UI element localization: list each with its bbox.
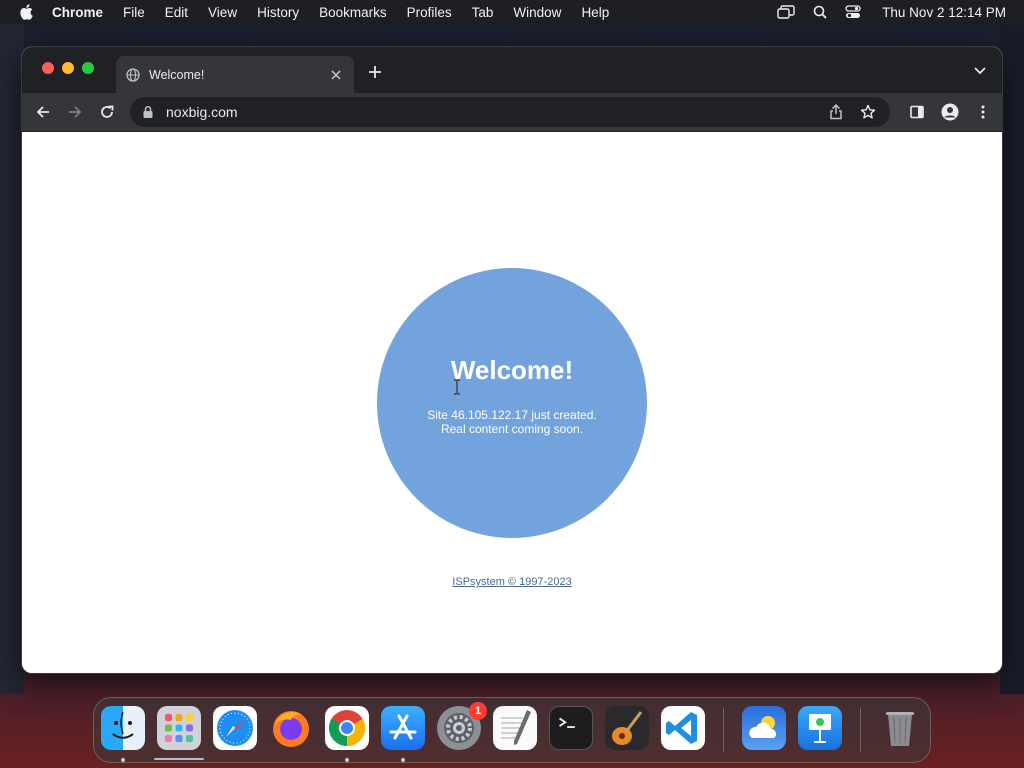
share-icon[interactable] bbox=[826, 102, 846, 122]
globe-icon bbox=[126, 67, 140, 82]
bookmark-star-icon[interactable] bbox=[858, 102, 878, 122]
keynote-icon[interactable] bbox=[798, 706, 842, 750]
tab-title: Welcome! bbox=[149, 67, 205, 82]
dock: 1 bbox=[93, 697, 931, 763]
menu-window[interactable]: Window bbox=[503, 5, 571, 20]
minimize-window-button[interactable] bbox=[62, 62, 74, 74]
dock-separator bbox=[723, 708, 724, 752]
desktop-background-right bbox=[1000, 24, 1024, 694]
page-message: Site 46.105.122.17 just created. Real co… bbox=[427, 408, 596, 436]
menu-view[interactable]: View bbox=[198, 5, 247, 20]
weather-icon[interactable] bbox=[742, 706, 786, 750]
finder-running-dot bbox=[121, 758, 125, 762]
chrome-running-dot bbox=[345, 758, 349, 762]
finder-icon[interactable] bbox=[101, 706, 145, 750]
new-tab-button[interactable] bbox=[366, 63, 384, 81]
page-heading: Welcome! bbox=[450, 354, 574, 385]
text-cursor-icon bbox=[454, 379, 460, 395]
lock-icon[interactable] bbox=[142, 105, 156, 119]
forward-button[interactable] bbox=[64, 101, 86, 123]
textedit-icon[interactable] bbox=[493, 706, 537, 750]
screen-mirroring-icon[interactable] bbox=[768, 5, 804, 19]
tab-search-chevron-icon[interactable] bbox=[972, 63, 988, 79]
control-center-icon[interactable] bbox=[836, 5, 870, 19]
back-button[interactable] bbox=[32, 101, 54, 123]
menu-app-name[interactable]: Chrome bbox=[52, 5, 113, 20]
app-store-icon[interactable] bbox=[381, 706, 425, 750]
more-menu-icon[interactable] bbox=[972, 101, 994, 123]
menu-history[interactable]: History bbox=[247, 5, 309, 20]
close-tab-icon[interactable] bbox=[328, 67, 344, 83]
browser-window: Welcome! noxbig.com Welcome! Site 46.105… bbox=[22, 47, 1002, 673]
settings-notification-badge: 1 bbox=[469, 702, 487, 720]
menu-bar: Chrome File Edit View History Bookmarks … bbox=[0, 0, 1024, 24]
message-line-2: Real content coming soon. bbox=[440, 421, 584, 436]
menubar-clock[interactable]: Thu Nov 2 12:14 PM bbox=[870, 5, 1006, 20]
message-line-1: Site 46.105.122.17 just created. bbox=[427, 407, 597, 422]
welcome-circle: Welcome! Site 46.105.122.17 just created… bbox=[377, 268, 647, 538]
chrome-icon[interactable] bbox=[325, 706, 369, 750]
dock-separator bbox=[860, 708, 861, 752]
address-bar[interactable]: noxbig.com bbox=[130, 97, 890, 127]
menu-profiles[interactable]: Profiles bbox=[397, 5, 462, 20]
footer-link[interactable]: ISPsystem © 1997-2023 bbox=[22, 576, 1002, 588]
desktop-background-left bbox=[0, 24, 24, 694]
apple-menu-icon[interactable] bbox=[0, 4, 52, 20]
menu-file[interactable]: File bbox=[113, 5, 155, 20]
terminal-icon[interactable] bbox=[549, 706, 593, 750]
app-store-running-dot bbox=[401, 758, 405, 762]
firefox-icon[interactable] bbox=[269, 706, 313, 750]
trash-icon[interactable] bbox=[878, 706, 922, 750]
window-controls bbox=[42, 62, 94, 74]
page-content: Welcome! Site 46.105.122.17 just created… bbox=[22, 132, 1002, 673]
menu-tab[interactable]: Tab bbox=[462, 5, 504, 20]
launchpad-indicator bbox=[154, 758, 204, 760]
vscode-icon[interactable] bbox=[661, 706, 705, 750]
launchpad-icon[interactable] bbox=[157, 706, 201, 750]
safari-icon[interactable] bbox=[213, 706, 257, 750]
zoom-window-button[interactable] bbox=[82, 62, 94, 74]
menu-edit[interactable]: Edit bbox=[155, 5, 198, 20]
url-text[interactable]: noxbig.com bbox=[166, 104, 814, 120]
profile-avatar-icon[interactable] bbox=[939, 101, 961, 123]
menu-bookmarks[interactable]: Bookmarks bbox=[309, 5, 397, 20]
menu-help[interactable]: Help bbox=[571, 5, 619, 20]
tab-strip: Welcome! bbox=[22, 47, 1002, 93]
tab-welcome[interactable]: Welcome! bbox=[116, 56, 354, 93]
garageband-icon[interactable] bbox=[605, 706, 649, 750]
close-window-button[interactable] bbox=[42, 62, 54, 74]
browser-toolbar: noxbig.com bbox=[22, 93, 1002, 131]
reload-button[interactable] bbox=[96, 101, 118, 123]
side-panel-icon[interactable] bbox=[906, 101, 928, 123]
spotlight-search-icon[interactable] bbox=[804, 5, 836, 19]
